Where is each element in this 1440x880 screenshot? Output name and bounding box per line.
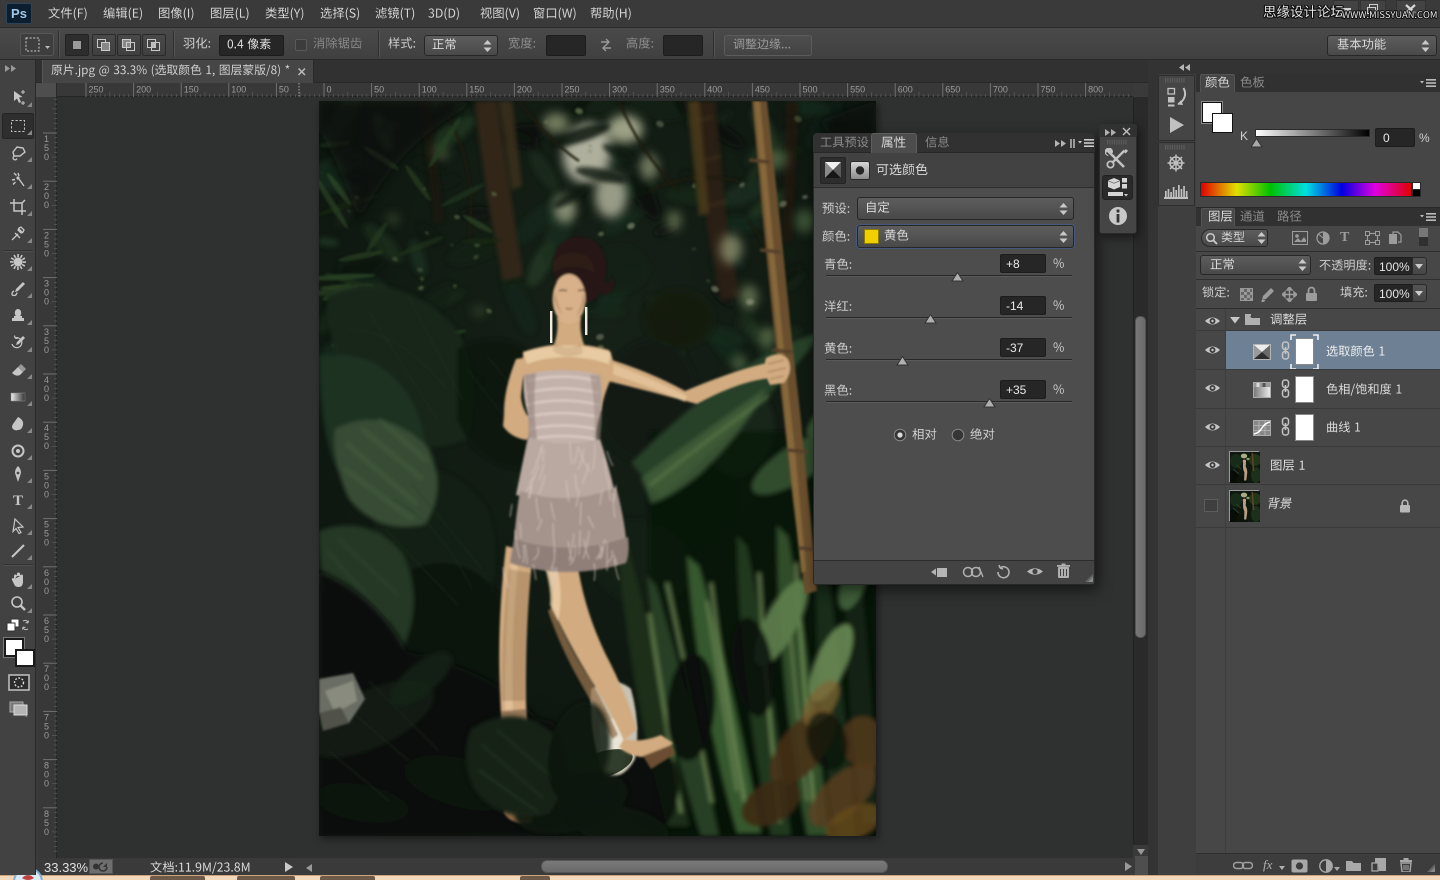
svg-text:750: 750 [1041,85,1056,95]
svg-text:150: 150 [469,85,484,95]
svg-text:0: 0 [44,682,49,692]
svg-text:250: 250 [89,85,104,95]
svg-text:0: 0 [327,85,332,95]
svg-text:0: 0 [44,779,49,789]
svg-text:550: 550 [850,85,865,95]
svg-text:250: 250 [565,85,580,95]
svg-text:0: 0 [44,345,49,355]
svg-text:0: 0 [44,489,49,499]
svg-text:600: 600 [898,85,913,95]
svg-text:0: 0 [44,634,49,644]
svg-text:500: 500 [803,85,818,95]
svg-text:0: 0 [44,538,49,548]
svg-text:0: 0 [44,730,49,740]
svg-text:800: 800 [1088,85,1103,95]
svg-text:700: 700 [993,85,1008,95]
svg-text:0: 0 [44,297,49,307]
svg-text:50: 50 [374,85,384,95]
svg-text:0: 0 [44,200,49,210]
svg-text:200: 200 [136,85,151,95]
svg-text:450: 450 [755,85,770,95]
svg-text:0: 0 [44,827,49,837]
svg-text:200: 200 [517,85,532,95]
svg-text:100: 100 [231,85,246,95]
svg-text:400: 400 [707,85,722,95]
svg-text:350: 350 [660,85,675,95]
svg-text:150: 150 [184,85,199,95]
svg-text:0: 0 [44,441,49,451]
svg-text:0: 0 [44,393,49,403]
svg-text:300: 300 [612,85,627,95]
svg-text:0: 0 [44,586,49,596]
svg-text:650: 650 [945,85,960,95]
svg-text:T: T [13,493,23,509]
svg-text:100: 100 [422,85,437,95]
svg-text:0: 0 [44,248,49,258]
svg-text:0: 0 [44,152,49,162]
svg-text:50: 50 [279,85,289,95]
